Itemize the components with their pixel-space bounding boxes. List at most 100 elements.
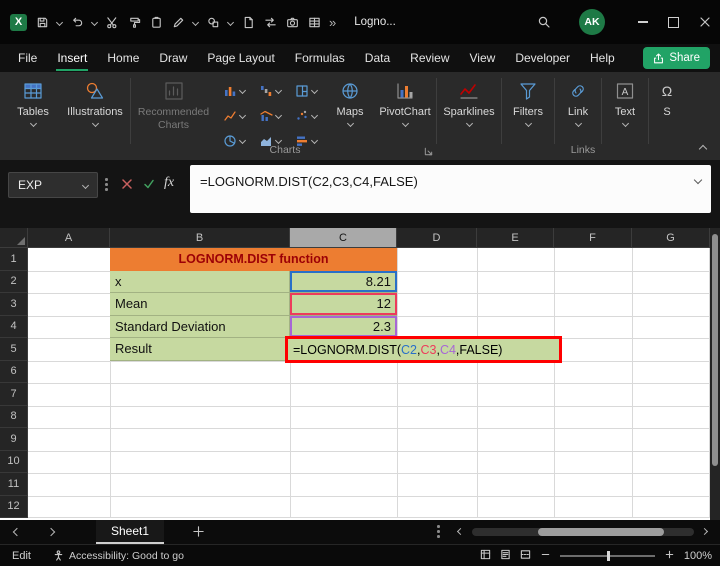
- table-icon[interactable]: [307, 15, 321, 29]
- hscroll-right-arrow-icon[interactable]: [700, 527, 709, 536]
- cancel-button[interactable]: [118, 175, 136, 193]
- ribbon-tab-review[interactable]: Review: [408, 47, 451, 69]
- row-header-4[interactable]: 4: [0, 315, 28, 338]
- vertical-scrollbar-thumb[interactable]: [712, 234, 718, 466]
- zoom-in-icon[interactable]: [664, 549, 675, 563]
- column-header-B[interactable]: B: [110, 228, 290, 248]
- formula-bar-expand-icon[interactable]: [693, 175, 703, 185]
- pen-icon[interactable]: [171, 15, 185, 29]
- column-header-A[interactable]: A: [28, 228, 110, 248]
- name-box[interactable]: EXP: [8, 172, 98, 198]
- normal-view-icon[interactable]: [480, 549, 491, 563]
- search-icon[interactable]: [537, 15, 551, 29]
- cell-B5[interactable]: Result: [110, 338, 290, 361]
- maximize-button[interactable]: [658, 0, 689, 44]
- ribbon-tab-view[interactable]: View: [468, 47, 498, 69]
- hscroll-left-arrow-icon[interactable]: [456, 527, 465, 536]
- column-header-C[interactable]: C: [290, 228, 397, 248]
- undo-icon[interactable]: [70, 15, 84, 29]
- sparklines-button[interactable]: Sparklines: [437, 72, 501, 160]
- text-button[interactable]: A Text: [602, 72, 648, 160]
- camera-icon[interactable]: [285, 15, 299, 29]
- undo-dropdown-chevron-icon[interactable]: [90, 18, 99, 26]
- shapes-dropdown-chevron-icon[interactable]: [226, 18, 235, 26]
- zoom-out-icon[interactable]: [540, 549, 551, 563]
- insert-function-button[interactable]: fx: [164, 175, 174, 191]
- row-header-9[interactable]: 9: [0, 428, 28, 451]
- row-header-3[interactable]: 3: [0, 293, 28, 316]
- minimize-button[interactable]: [627, 0, 658, 44]
- new-document-icon[interactable]: [241, 15, 255, 29]
- column-header-F[interactable]: F: [554, 228, 632, 248]
- line-chart-icon[interactable]: [223, 109, 247, 123]
- add-sheet-icon[interactable]: [192, 525, 206, 539]
- ribbon-tab-draw[interactable]: Draw: [157, 47, 189, 69]
- column-header-G[interactable]: G: [632, 228, 710, 248]
- ribbon-tab-data[interactable]: Data: [363, 47, 392, 69]
- close-button[interactable]: [689, 0, 720, 44]
- page-layout-view-icon[interactable]: [500, 549, 511, 563]
- shapes-icon[interactable]: [206, 15, 220, 29]
- cell-C4[interactable]: 2.3: [290, 315, 397, 338]
- horizontal-scrollbar-thumb[interactable]: [538, 528, 664, 536]
- row-header-6[interactable]: 6: [0, 360, 28, 383]
- row-header-11[interactable]: 11: [0, 473, 28, 496]
- ribbon-tab-developer[interactable]: Developer: [513, 47, 572, 69]
- cell-C5-formula[interactable]: =LOGNORM.DIST(C2, C3, C4 ,FALSE): [288, 343, 502, 357]
- save-dropdown-chevron-icon[interactable]: [55, 18, 64, 26]
- paste-icon[interactable]: [149, 15, 163, 29]
- cell-B1-merged-title[interactable]: LOGNORM.DIST function: [110, 248, 397, 271]
- format-painter-icon[interactable]: [127, 15, 141, 29]
- illustrations-button[interactable]: Illustrations: [60, 72, 130, 160]
- share-button[interactable]: Share: [643, 47, 710, 69]
- ribbon-tab-file[interactable]: File: [16, 47, 39, 69]
- pen-dropdown-chevron-icon[interactable]: [191, 18, 200, 26]
- row-header-8[interactable]: 8: [0, 405, 28, 428]
- select-all-button[interactable]: [0, 228, 28, 248]
- cut-icon[interactable]: [105, 15, 119, 29]
- cells-area[interactable]: LOGNORM.DIST function x 8.21 Mean 12 Sta…: [28, 248, 710, 518]
- combo-chart-icon[interactable]: [259, 109, 283, 123]
- column-header-E[interactable]: E: [477, 228, 554, 248]
- excel-app-icon[interactable]: X: [10, 13, 27, 31]
- treemap-chart-icon[interactable]: [295, 84, 319, 98]
- switch-windows-icon[interactable]: [263, 15, 277, 29]
- save-icon[interactable]: [35, 15, 49, 29]
- zoom-slider-handle[interactable]: [606, 550, 610, 561]
- tables-button[interactable]: Tables: [6, 72, 60, 160]
- scatter-chart-icon[interactable]: [295, 109, 319, 123]
- column-chart-icon[interactable]: [223, 84, 247, 98]
- vertical-scrollbar[interactable]: [710, 228, 720, 520]
- zoom-level[interactable]: 100%: [684, 550, 712, 562]
- symbols-button[interactable]: Ω S: [649, 72, 685, 160]
- sheet-nav-prev-icon[interactable]: [12, 527, 22, 537]
- row-header-12[interactable]: 12: [0, 495, 28, 518]
- row-header-7[interactable]: 7: [0, 383, 28, 406]
- horizontal-scrollbar[interactable]: [472, 528, 694, 536]
- sheet-more-icon[interactable]: [437, 525, 440, 528]
- collapse-ribbon-icon[interactable]: [698, 144, 708, 154]
- ribbon-tab-insert[interactable]: Insert: [55, 47, 89, 71]
- formula-bar-input[interactable]: =LOGNORM.DIST(C2,C3,C4,FALSE): [190, 165, 711, 213]
- row-header-1[interactable]: 1: [0, 248, 28, 271]
- ribbon-tab-help[interactable]: Help: [588, 47, 617, 69]
- cell-C3[interactable]: 12: [290, 293, 397, 316]
- row-header-10[interactable]: 10: [0, 450, 28, 473]
- page-break-view-icon[interactable]: [520, 549, 531, 563]
- row-header-5[interactable]: 5: [0, 338, 28, 361]
- enter-button[interactable]: [140, 175, 158, 193]
- waterfall-chart-icon[interactable]: [259, 84, 283, 98]
- formula-bar-grip-icon[interactable]: [105, 178, 108, 181]
- cell-B3[interactable]: Mean: [110, 293, 290, 316]
- ribbon-tab-formulas[interactable]: Formulas: [293, 47, 347, 69]
- sheet-tab-sheet1[interactable]: Sheet1: [96, 520, 165, 544]
- column-header-D[interactable]: D: [397, 228, 477, 248]
- sheet-nav-next-icon[interactable]: [46, 527, 56, 537]
- row-header-2[interactable]: 2: [0, 270, 28, 293]
- ribbon-tab-page-layout[interactable]: Page Layout: [205, 47, 276, 69]
- filters-button[interactable]: Filters: [502, 72, 554, 160]
- cell-B2[interactable]: x: [110, 270, 290, 293]
- charts-dialog-launcher-icon[interactable]: [424, 143, 434, 156]
- ribbon-tab-home[interactable]: Home: [105, 47, 141, 69]
- account-avatar[interactable]: AK: [579, 9, 605, 35]
